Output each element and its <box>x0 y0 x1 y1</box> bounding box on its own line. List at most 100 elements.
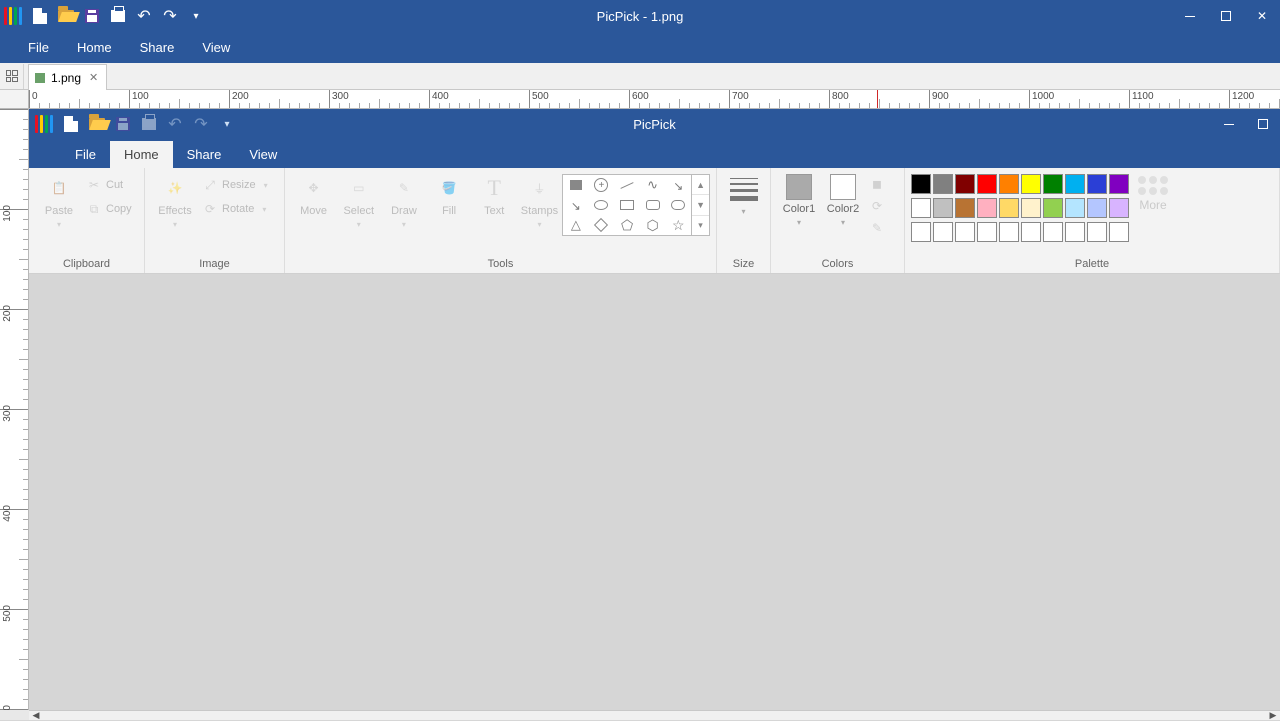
line-size-button[interactable]: ▾ <box>724 172 764 216</box>
palette-swatch[interactable] <box>911 222 931 242</box>
horizontal-scrollbar[interactable]: ◀ ▶ <box>29 710 1280 720</box>
eyedropper-icon[interactable]: ✎ <box>869 220 885 236</box>
palette-swatch[interactable] <box>1043 222 1063 242</box>
save-icon[interactable] <box>115 116 131 132</box>
palette-swatch[interactable] <box>1087 174 1107 194</box>
shape-filled-rect[interactable] <box>563 175 589 195</box>
shape-rounded-rect[interactable] <box>640 195 666 215</box>
palette-swatch[interactable] <box>1087 198 1107 218</box>
menu-home[interactable]: Home <box>110 141 173 168</box>
palette-swatch[interactable] <box>911 174 931 194</box>
shape-curve[interactable] <box>640 175 666 195</box>
shape-callout[interactable] <box>665 195 691 215</box>
scroll-up-icon[interactable]: ▲ <box>692 175 709 195</box>
palette-swatch[interactable] <box>977 174 997 194</box>
color2-button[interactable]: Color2 ▾ <box>821 172 865 227</box>
rotate-button[interactable]: ⟳ Rotate ▾ <box>199 200 272 218</box>
menu-share[interactable]: Share <box>173 141 236 168</box>
thumbnails-button[interactable] <box>0 64 24 89</box>
palette-swatch[interactable] <box>1021 174 1041 194</box>
scrollbar-track[interactable] <box>43 711 1266 721</box>
cut-button[interactable]: ✂ Cut <box>83 176 136 194</box>
redo-icon[interactable]: ↷ <box>162 8 178 24</box>
palette-swatch[interactable] <box>911 198 931 218</box>
palette-swatch[interactable] <box>999 198 1019 218</box>
more-colors-button[interactable]: More <box>1129 172 1177 212</box>
undo-icon[interactable]: ↶ <box>167 116 183 132</box>
tab-close-icon[interactable]: ✕ <box>89 71 98 84</box>
palette-swatch[interactable] <box>1021 222 1041 242</box>
swatch-mini-icon[interactable]: ◼ <box>869 176 885 192</box>
shape-diamond[interactable] <box>589 215 615 235</box>
palette-swatch[interactable] <box>1065 198 1085 218</box>
palette-swatch[interactable] <box>999 174 1019 194</box>
palette-swatch[interactable] <box>1109 198 1129 218</box>
paste-button[interactable]: 📋 Paste ▾ <box>35 172 83 229</box>
shape-rectangle[interactable] <box>614 195 640 215</box>
draw-tool[interactable]: ✎ Draw ▾ <box>381 172 426 229</box>
shape-line[interactable] <box>614 175 640 195</box>
select-tool[interactable]: ▭ Select ▾ <box>336 172 381 229</box>
palette-swatch[interactable] <box>955 174 975 194</box>
inner-canvas[interactable] <box>29 274 1280 709</box>
palette-swatch[interactable] <box>1065 174 1085 194</box>
color1-button[interactable]: Color1 ▾ <box>777 172 821 227</box>
redo-icon[interactable]: ↷ <box>193 116 209 132</box>
qat-dropdown-icon[interactable]: ▾ <box>219 116 235 132</box>
shape-zoom[interactable]: + <box>589 175 615 195</box>
palette-swatch[interactable] <box>999 222 1019 242</box>
maximize-button[interactable] <box>1208 0 1244 32</box>
maximize-button[interactable] <box>1246 109 1280 139</box>
print-icon[interactable] <box>110 8 126 24</box>
shape-ellipse[interactable] <box>589 195 615 215</box>
menu-file[interactable]: File <box>61 141 110 168</box>
palette-swatch[interactable] <box>933 222 953 242</box>
close-button[interactable]: ✕ <box>1244 0 1280 32</box>
swap-colors-icon[interactable]: ⟳ <box>869 198 885 214</box>
palette-swatch[interactable] <box>1109 174 1129 194</box>
canvas[interactable]: ↶ ↷ ▾ PicPick File Home Share View <box>29 109 1280 710</box>
menu-view[interactable]: View <box>188 33 244 62</box>
fill-tool[interactable]: 🪣 Fill <box>427 172 472 217</box>
palette-swatch[interactable] <box>1043 198 1063 218</box>
save-icon[interactable] <box>84 8 100 24</box>
palette-swatch[interactable] <box>933 198 953 218</box>
scroll-right-icon[interactable]: ▶ <box>1266 710 1280 721</box>
palette-swatch[interactable] <box>933 174 953 194</box>
shape-arrow[interactable] <box>665 175 691 195</box>
palette-swatch[interactable] <box>1109 222 1129 242</box>
minimize-button[interactable] <box>1172 0 1208 32</box>
print-icon[interactable] <box>141 116 157 132</box>
scroll-left-icon[interactable]: ◀ <box>29 710 43 721</box>
shape-hexagon[interactable] <box>640 215 666 235</box>
palette-swatch[interactable] <box>977 222 997 242</box>
menu-share[interactable]: Share <box>126 33 189 62</box>
text-tool[interactable]: T Text <box>472 172 517 217</box>
menu-file[interactable]: File <box>14 33 63 62</box>
stamps-tool[interactable]: ⏚ Stamps ▾ <box>517 172 562 229</box>
document-tab[interactable]: 1.png ✕ <box>28 64 107 91</box>
effects-button[interactable]: ✨ Effects ▾ <box>151 172 199 229</box>
menu-view[interactable]: View <box>235 141 291 168</box>
palette-swatch[interactable] <box>1021 198 1041 218</box>
open-file-icon[interactable] <box>58 8 74 24</box>
copy-button[interactable]: ⧉ Copy <box>83 200 136 218</box>
palette-swatch[interactable] <box>1043 174 1063 194</box>
palette-swatch[interactable] <box>977 198 997 218</box>
shape-triangle[interactable]: △ <box>563 215 589 235</box>
minimize-button[interactable] <box>1212 109 1246 139</box>
menu-home[interactable]: Home <box>63 33 126 62</box>
palette-swatch[interactable] <box>1087 222 1107 242</box>
shape-connector[interactable] <box>563 195 589 215</box>
palette-swatch[interactable] <box>1065 222 1085 242</box>
undo-icon[interactable]: ↶ <box>136 8 152 24</box>
qat-dropdown-icon[interactable]: ▾ <box>188 8 204 24</box>
open-file-icon[interactable] <box>89 116 105 132</box>
scroll-down-icon[interactable]: ▼ <box>692 195 709 215</box>
palette-swatch[interactable] <box>955 198 975 218</box>
resize-button[interactable]: ⤢ Resize ▾ <box>199 176 272 194</box>
shapes-gallery[interactable]: + △ <box>562 174 692 236</box>
new-file-icon[interactable] <box>63 116 79 132</box>
new-file-icon[interactable] <box>32 8 48 24</box>
move-tool[interactable]: ✥ Move <box>291 172 336 217</box>
